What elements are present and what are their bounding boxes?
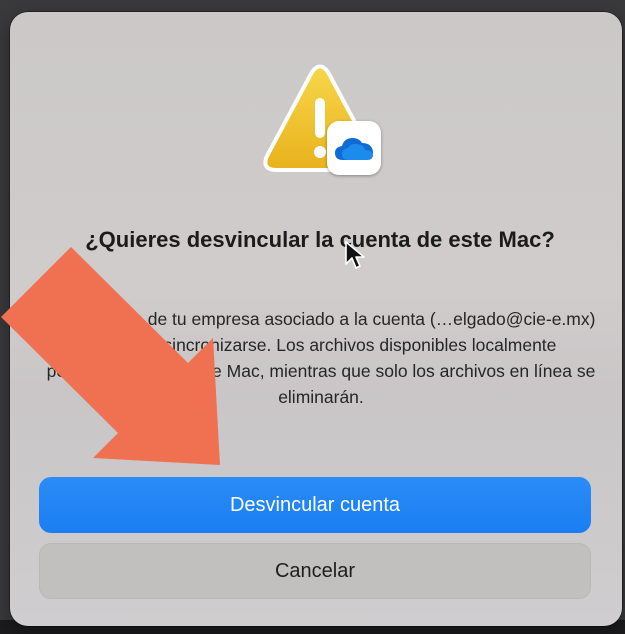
onedrive-cloud-icon: [335, 138, 373, 160]
dialog-message: El contenido de tu empresa asociado a la…: [46, 309, 596, 407]
onedrive-badge: [327, 121, 381, 175]
dialog-title: ¿Quieres desvincular la cuenta de este M…: [85, 227, 555, 252]
warning-app-icon: [255, 64, 385, 186]
unlink-account-button[interactable]: Desvincular cuenta: [39, 477, 591, 533]
mouse-cursor-icon: [345, 241, 365, 269]
unlink-account-dialog: ¿Quieres desvincular la cuenta de este M…: [10, 12, 622, 626]
cancel-button[interactable]: Cancelar: [39, 543, 591, 599]
